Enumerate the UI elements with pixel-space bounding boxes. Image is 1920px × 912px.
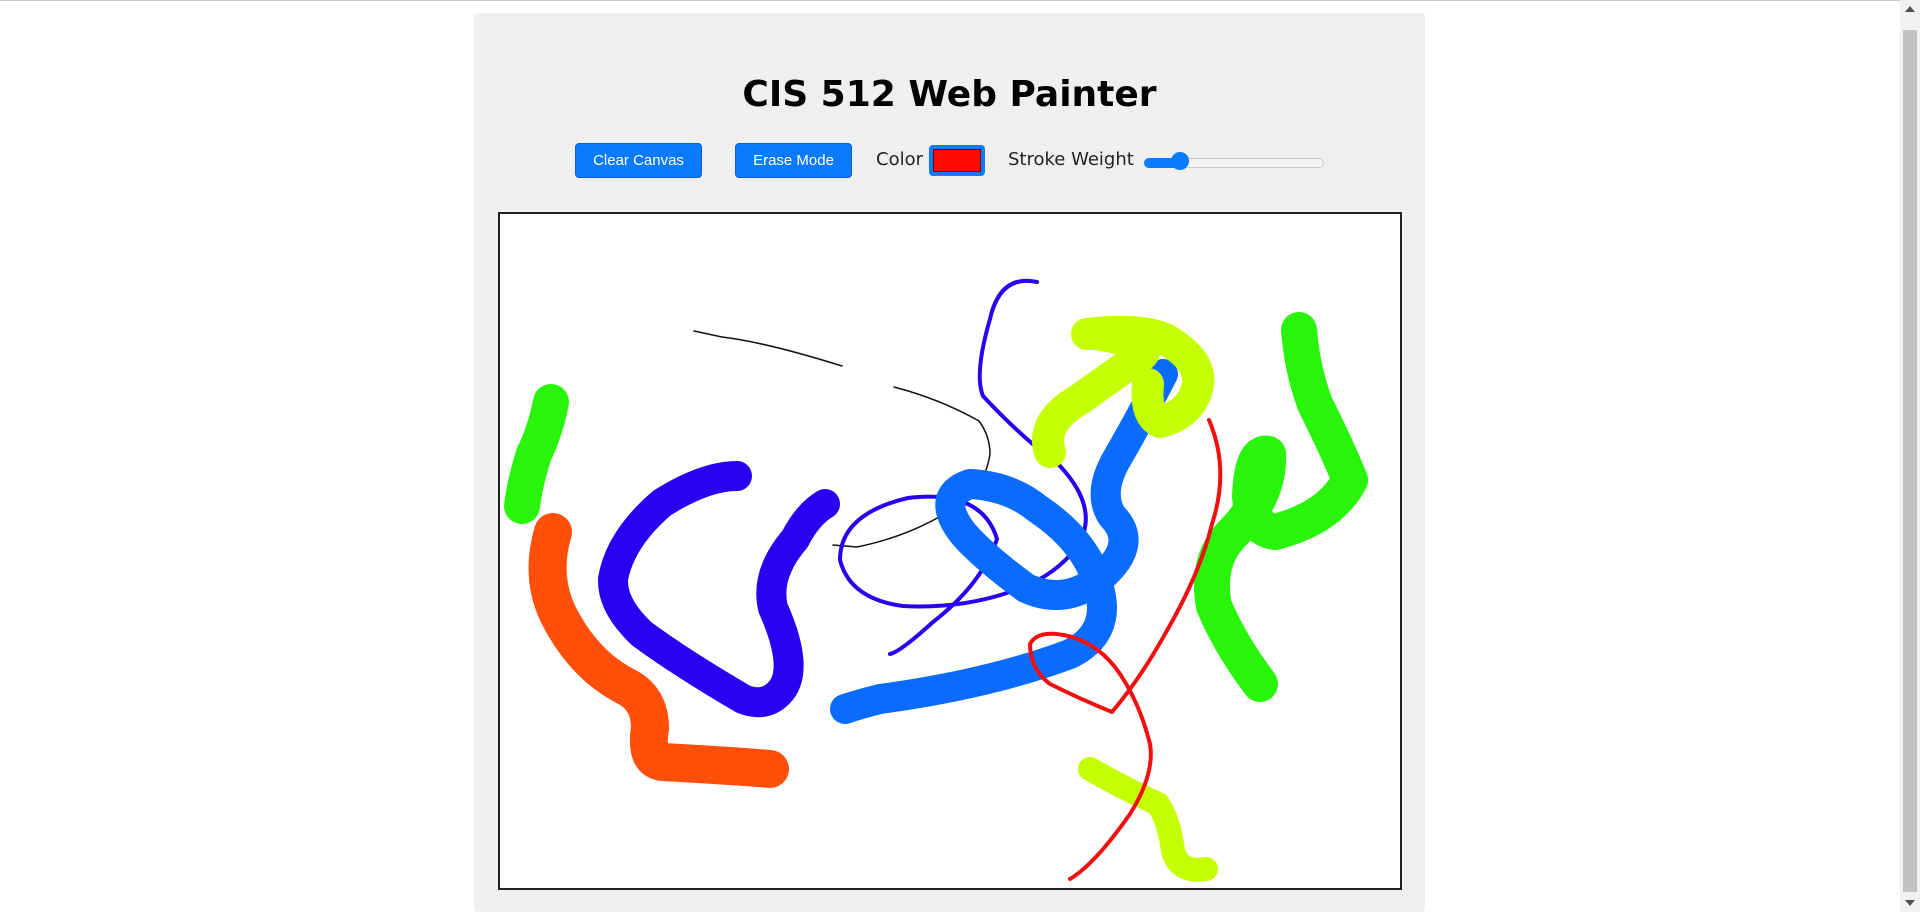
page-title: CIS 512 Web Painter <box>742 74 1157 115</box>
scroll-down-icon[interactable] <box>1905 900 1915 906</box>
stroke-lime-bottom <box>1078 757 1218 882</box>
canvas-drawing <box>504 278 1368 882</box>
stroke-green-right <box>1193 312 1368 702</box>
scroll-thumb[interactable] <box>1903 30 1917 892</box>
erase-mode-button[interactable]: Erase Mode <box>735 143 852 178</box>
vertical-scrollbar[interactable] <box>1900 0 1920 912</box>
color-picker[interactable] <box>929 145 985 176</box>
clear-canvas-button[interactable]: Clear Canvas <box>575 143 702 178</box>
scroll-up-icon[interactable] <box>1905 6 1915 12</box>
stroke-green-left <box>504 384 569 524</box>
color-picker-swatch <box>933 149 981 172</box>
stroke-weight-label: Stroke Weight <box>1008 149 1134 170</box>
stroke-blue <box>830 359 1178 724</box>
stroke-purple-thick-1 <box>598 461 840 718</box>
slider-thumb[interactable] <box>1171 152 1189 170</box>
stroke-weight-slider[interactable] <box>1144 152 1324 174</box>
top-border <box>0 0 1920 1</box>
painter-app: CIS 512 Web Painter Clear Canvas Erase M… <box>474 13 1425 912</box>
color-label: Color <box>876 149 923 170</box>
drawing-canvas[interactable] <box>498 212 1402 890</box>
